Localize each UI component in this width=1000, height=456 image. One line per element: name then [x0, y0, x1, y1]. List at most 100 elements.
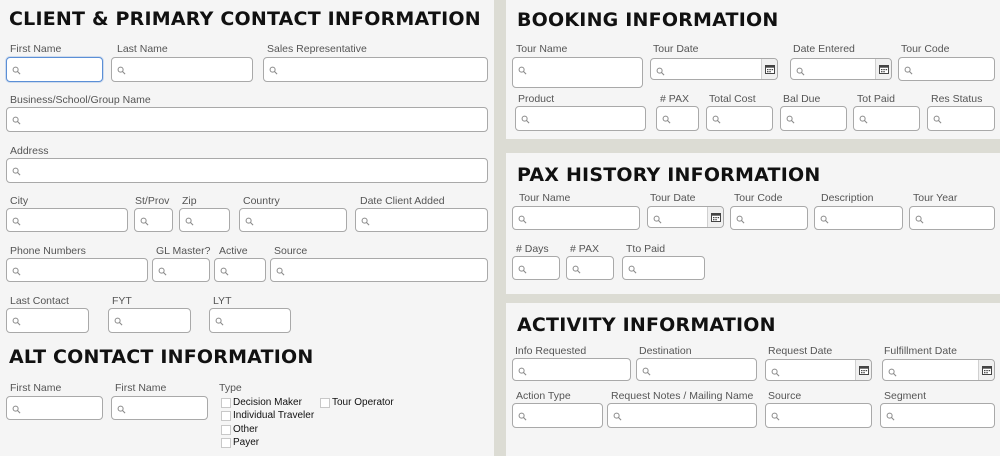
request-date-field[interactable]: [765, 359, 872, 381]
magnifier-icon: [185, 213, 194, 226]
alt-first-name-field-2[interactable]: [111, 396, 208, 420]
country-label: Country: [243, 195, 280, 207]
first-name-field[interactable]: [6, 57, 103, 82]
magnifier-icon: [521, 111, 530, 124]
other-checkbox[interactable]: [221, 425, 231, 435]
client-panel: CLIENT & PRIMARY CONTACT INFORMATION Fir…: [0, 0, 494, 456]
magnifier-icon: [215, 313, 224, 326]
activity-heading: ACTIVITY INFORMATION: [517, 314, 776, 336]
address-label: Address: [10, 145, 49, 157]
fyt-label: FYT: [112, 295, 132, 307]
date-entered-field[interactable]: [790, 58, 892, 80]
res-status-label: Res Status: [931, 93, 983, 105]
info-requested-field[interactable]: [512, 358, 631, 381]
sales-rep-field[interactable]: [263, 57, 488, 82]
calendar-icon[interactable]: [761, 59, 777, 79]
zip-field[interactable]: [179, 208, 230, 232]
active-field[interactable]: [214, 258, 266, 282]
pax-tour-name-field[interactable]: [512, 206, 640, 230]
other-label: Other: [233, 424, 259, 435]
product-field[interactable]: [515, 106, 646, 131]
pax-tour-date-field[interactable]: [647, 206, 724, 228]
magnifier-icon: [361, 213, 370, 226]
magnifier-icon: [12, 112, 21, 125]
magnifier-icon: [886, 408, 895, 421]
source-field[interactable]: [270, 258, 488, 282]
magnifier-icon: [12, 401, 21, 414]
date-client-added-field[interactable]: [355, 208, 488, 232]
total-cost-field[interactable]: [706, 106, 773, 131]
lyt-field[interactable]: [209, 308, 291, 333]
tot-paid-field[interactable]: [853, 106, 920, 131]
activity-source-label: Source: [768, 390, 802, 402]
tot-paid-label: Tot Paid: [857, 93, 895, 105]
fyt-field[interactable]: [108, 308, 191, 333]
magnifier-icon: [117, 401, 126, 414]
bal-due-field[interactable]: [780, 106, 847, 131]
booking-tour-code-field[interactable]: [898, 57, 995, 81]
magnifier-icon: [276, 263, 285, 276]
pax-count-field[interactable]: [566, 256, 614, 280]
individual-traveler-checkbox[interactable]: [221, 411, 231, 421]
magnifier-icon: [220, 263, 229, 276]
booking-tour-name-field[interactable]: [512, 57, 643, 88]
tour-year-field[interactable]: [909, 206, 995, 230]
magnifier-icon: [859, 111, 868, 124]
fulfillment-date-field[interactable]: [882, 359, 995, 381]
tour-operator-label: Tour Operator: [332, 397, 394, 408]
booking-tour-date-field[interactable]: [650, 58, 778, 80]
magnifier-icon: [786, 111, 795, 124]
activity-source-field[interactable]: [765, 403, 872, 428]
request-date-label: Request Date: [768, 345, 833, 357]
destination-field[interactable]: [636, 358, 757, 381]
destination-label: Destination: [639, 345, 692, 357]
description-label: Description: [821, 192, 874, 204]
zip-label: Zip: [182, 195, 197, 207]
calendar-icon[interactable]: [707, 207, 723, 227]
business-field[interactable]: [6, 107, 488, 132]
tour-operator-checkbox[interactable]: [320, 398, 330, 408]
last-contact-field[interactable]: [6, 308, 89, 333]
pax-tour-code-label: Tour Code: [734, 192, 783, 204]
tto-paid-field[interactable]: [622, 256, 705, 280]
days-field[interactable]: [512, 256, 560, 280]
individual-traveler-label: Individual Traveler: [233, 410, 315, 421]
last-name-field[interactable]: [111, 57, 253, 82]
action-type-field[interactable]: [512, 403, 603, 428]
request-notes-field[interactable]: [607, 403, 757, 428]
decision-maker-checkbox[interactable]: [221, 398, 231, 408]
city-field[interactable]: [6, 208, 128, 232]
sales-rep-label: Sales Representative: [267, 43, 367, 55]
phone-field[interactable]: [6, 258, 148, 282]
address-field[interactable]: [6, 158, 488, 183]
magnifier-icon: [712, 111, 721, 124]
country-field[interactable]: [239, 208, 347, 232]
magnifier-icon: [158, 263, 167, 276]
client-heading: CLIENT & PRIMARY CONTACT INFORMATION: [9, 8, 481, 30]
pax-tour-code-field[interactable]: [730, 206, 808, 230]
magnifier-icon: [12, 263, 21, 276]
last-name-label: Last Name: [117, 43, 168, 55]
magnifier-icon: [904, 62, 913, 75]
magnifier-icon: [518, 408, 527, 421]
st-prov-field[interactable]: [134, 208, 173, 232]
request-notes-label: Request Notes / Mailing Name: [611, 390, 754, 402]
fulfillment-date-label: Fulfillment Date: [884, 345, 957, 357]
days-label: # Days: [516, 243, 549, 255]
res-status-field[interactable]: [927, 106, 995, 131]
calendar-icon[interactable]: [875, 59, 891, 79]
pax-history-panel: PAX HISTORY INFORMATION Tour Name Tour D…: [506, 153, 1000, 294]
calendar-icon[interactable]: [855, 360, 871, 380]
gl-master-field[interactable]: [152, 258, 210, 282]
payer-checkbox[interactable]: [221, 438, 231, 448]
total-cost-label: Total Cost: [709, 93, 756, 105]
booking-pax-field[interactable]: [656, 106, 699, 131]
action-type-label: Action Type: [516, 390, 571, 402]
alt-first-name-field-1[interactable]: [6, 396, 103, 420]
magnifier-icon: [114, 313, 123, 326]
segment-field[interactable]: [880, 403, 995, 428]
description-field[interactable]: [814, 206, 903, 230]
alt-first-name-label-2: First Name: [115, 382, 167, 394]
active-label: Active: [219, 245, 248, 257]
calendar-icon[interactable]: [978, 360, 994, 380]
